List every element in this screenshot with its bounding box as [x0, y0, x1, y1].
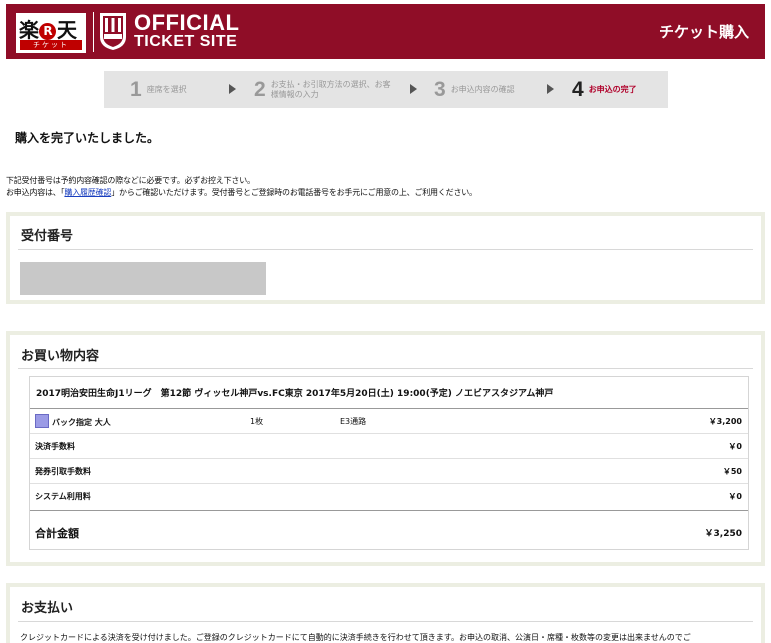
notice-line-1: 下記受付番号は予約内容確認の際などに必要です。必ずお控え下さい。 [6, 176, 255, 185]
step-arrow-icon [229, 84, 236, 94]
ticket-name: バック指定 大人 [52, 418, 111, 427]
order-details: 2017明治安田生命J1リーグ 第12節 ヴィッセル神戸vs.FC東京 2017… [29, 376, 749, 550]
rakuten-logo-text-1: 楽 [19, 18, 39, 42]
fee-label: 発券引取手数料 [35, 467, 91, 476]
divider [18, 368, 753, 369]
seat-color-icon [35, 414, 49, 428]
total-row: 合計金額 ￥3,250 [30, 510, 748, 550]
official-ticket-site-logo[interactable]: OFFICIAL TICKET SITE [134, 10, 240, 51]
progress-steps: 1 座席を選択 2 お支払・お引取方法の選択、お客様情報の入力 3 お申込内容の… [104, 71, 668, 108]
site-header: 楽R天 チケット OFFICIAL TICKET SITE チケット購入 [6, 4, 765, 59]
step-arrow-icon [410, 84, 417, 94]
payment-panel: お支払い クレジットカードによる決済を受け付けました。ご登録のクレジットカードに… [6, 583, 765, 643]
fee-row-issuing: 発券引取手数料 ￥50 [30, 458, 748, 483]
total-label: 合計金額 [35, 527, 79, 540]
receipt-panel: 受付番号 [6, 212, 765, 304]
completion-message: 購入を完了いたしました。 [15, 131, 160, 145]
event-name: 2017明治安田生命J1リーグ 第12節 ヴィッセル神戸vs.FC東京 2017… [36, 389, 554, 399]
official-text: OFFICIAL [134, 10, 240, 35]
ticket-row: バック指定 大人 1枚 E3通路 ￥3,200 [30, 408, 748, 433]
rakuten-logo-sub: チケット [20, 40, 82, 50]
order-panel: お買い物内容 2017明治安田生命J1リーグ 第12節 ヴィッセル神戸vs.FC… [6, 331, 765, 566]
step-1: 1 座席を選択 [130, 71, 187, 108]
step-number: 3 [434, 77, 446, 101]
header-divider [93, 12, 94, 52]
fee-value: ￥50 [722, 467, 742, 476]
fee-row-payment: 決済手数料 ￥0 [30, 433, 748, 458]
rakuten-ticket-logo[interactable]: 楽R天 チケット [16, 13, 86, 53]
step-label: お支払・お引取方法の選択、お客様情報の入力 [270, 79, 391, 99]
notice-prefix: お申込内容は、「 [6, 188, 65, 197]
receipt-number-redacted [20, 262, 266, 295]
fee-label: システム利用料 [35, 492, 91, 501]
fee-label: 決済手数料 [35, 442, 75, 451]
step-arrow-icon [547, 84, 554, 94]
payment-description: クレジットカードによる決済を受け付けました。ご登録のクレジットカードにて自動的に… [20, 633, 691, 642]
receipt-title: 受付番号 [21, 229, 74, 244]
purchase-history-link[interactable]: 購入履歴確認 [64, 188, 111, 197]
vissel-kobe-crest-icon[interactable] [98, 11, 128, 51]
step-3: 3 お申込内容の確認 [434, 71, 515, 108]
step-label: お申込の完了 [588, 84, 637, 94]
ticket-type: バック指定 大人 [35, 414, 111, 428]
ticket-seat: E3通路 [340, 417, 367, 426]
page-title: チケット購入 [658, 23, 749, 41]
payment-title: お支払い [21, 601, 74, 616]
step-label: お申込内容の確認 [450, 84, 515, 94]
step-4: 4 お申込の完了 [572, 71, 637, 108]
fee-row-system: システム利用料 ￥0 [30, 483, 748, 508]
divider [18, 621, 753, 622]
step-2: 2 お支払・お引取方法の選択、お客様情報の入力 [254, 71, 391, 108]
order-title: お買い物内容 [21, 349, 100, 364]
fee-value: ￥0 [728, 492, 742, 501]
notice-line-2: お申込内容は、「購入履歴確認」からご確認いただけます。受付番号とご登録時のお電話… [6, 187, 477, 198]
notice-suffix: 」からご確認いただけます。受付番号とご登録時のお電話番号をお手元にご用意の上、ご… [111, 188, 477, 197]
step-label: 座席を選択 [146, 84, 187, 94]
rakuten-logo-text-2: 天 [57, 18, 77, 42]
step-number: 2 [254, 77, 266, 101]
step-number: 4 [572, 77, 584, 101]
rakuten-r-icon: R [39, 23, 56, 40]
ticket-site-text: TICKET SITE [134, 33, 238, 50]
step-number: 1 [130, 77, 142, 101]
ticket-quantity: 1枚 [250, 417, 264, 426]
total-value: ￥3,250 [704, 529, 742, 539]
divider [18, 249, 753, 250]
fee-value: ￥0 [728, 442, 742, 451]
ticket-price: ￥3,200 [708, 417, 742, 426]
